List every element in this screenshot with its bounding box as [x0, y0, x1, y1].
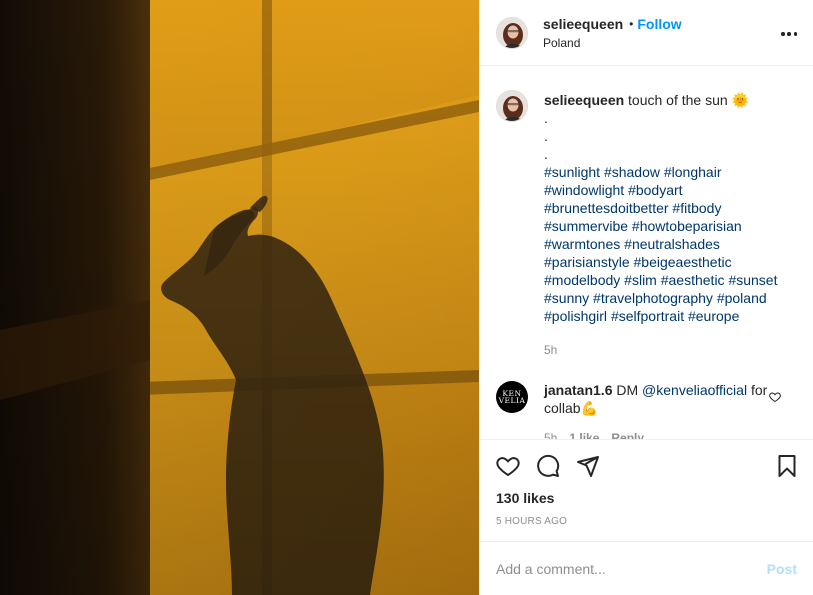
comment-body: janatan1.6 DM @kenveliaofficial for coll… — [544, 381, 770, 439]
post-location[interactable]: Poland — [543, 36, 682, 50]
hashtag-line: #parisianstyle #beigeaesthetic — [544, 253, 778, 271]
comment-bubble-icon[interactable] — [536, 454, 560, 478]
hashtag-link[interactable]: #shadow — [604, 164, 660, 180]
caption-hashtags: #sunlight #shadow #longhair #windowlight… — [544, 163, 778, 325]
shadow-photo-image — [0, 0, 479, 595]
commenter-username[interactable]: janatan1.6 — [544, 382, 612, 398]
hashtag-line: #warmtones #neutralshades — [544, 235, 778, 253]
add-comment-bar: Post — [480, 541, 813, 595]
hashtag-link[interactable]: #bodyart — [628, 182, 682, 198]
comment-actions: 5h 1 like Reply — [544, 429, 770, 439]
follow-button[interactable]: Follow — [637, 16, 681, 32]
hashtag-link[interactable]: #warmtones — [544, 236, 620, 252]
hashtag-link[interactable]: #brunettesdoitbetter — [544, 200, 669, 216]
more-options-icon[interactable] — [781, 26, 797, 42]
post-photo[interactable] — [0, 0, 479, 595]
posted-timestamp[interactable]: 5 HOURS AGO — [480, 516, 813, 527]
comment-text-before: DM — [616, 382, 639, 399]
save-bookmark-icon[interactable] — [775, 454, 799, 478]
add-comment-input[interactable] — [496, 560, 767, 577]
hashtag-link[interactable]: #sunlight — [544, 164, 600, 180]
sun-emoji-icon: 🌞 — [731, 92, 750, 109]
comment-likes-button[interactable]: 1 like — [569, 429, 599, 439]
comment-mention-link[interactable]: @kenveliaofficial — [642, 382, 747, 398]
comment-like-heart-icon[interactable] — [769, 391, 781, 403]
post-caption: selieequeen touch of the sun 🌞 . . . #su… — [496, 82, 797, 359]
hashtag-link[interactable]: #howtobeparisian — [632, 218, 742, 234]
hashtag-link[interactable]: #sunny — [544, 290, 589, 306]
share-paper-plane-icon[interactable] — [576, 454, 600, 478]
more-dot — [781, 32, 785, 36]
post-header-title-row: selieequeen • Follow — [543, 16, 682, 32]
comments-list[interactable]: selieequeen touch of the sun 🌞 . . . #su… — [480, 66, 813, 439]
hashtag-link[interactable]: #neutralshades — [624, 236, 720, 252]
hashtag-link[interactable]: #slim — [624, 272, 657, 288]
post-side-panel: selieequeen • Follow Poland selieequeen … — [479, 0, 813, 595]
hashtag-link[interactable]: #sunset — [728, 272, 777, 288]
instagram-post: selieequeen • Follow Poland selieequeen … — [0, 0, 813, 595]
hashtag-link[interactable]: #europe — [688, 308, 739, 324]
hashtag-line: #brunettesdoitbetter #fitbody — [544, 199, 778, 217]
hashtag-line: #sunny #travelphotography #poland — [544, 289, 778, 307]
commenter-avatar-logo: KEN VELIA — [498, 389, 526, 406]
hashtag-link[interactable]: #summervibe — [544, 218, 628, 234]
more-dot — [793, 32, 797, 36]
hashtag-link[interactable]: #modelbody — [544, 272, 620, 288]
hashtag-line: #polishgirl #selfportrait #europe — [544, 307, 778, 325]
hashtag-link[interactable]: #poland — [717, 290, 767, 306]
hashtag-line: #sunlight #shadow #longhair — [544, 163, 778, 181]
author-avatar[interactable] — [496, 16, 528, 49]
likes-count[interactable]: 130 likes — [480, 490, 813, 506]
caption-author-avatar[interactable] — [496, 90, 528, 123]
hashtag-link[interactable]: #longhair — [664, 164, 722, 180]
hashtag-link[interactable]: #polishgirl — [544, 308, 607, 324]
caption-first-line: selieequeen touch of the sun 🌞 — [544, 91, 778, 109]
comment-item: KEN VELIA janatan1.6 DM @kenveliaofficia… — [496, 381, 797, 439]
hashtag-link[interactable]: #selfportrait — [611, 308, 684, 324]
commenter-avatar[interactable]: KEN VELIA — [496, 381, 528, 414]
post-action-icons — [480, 440, 813, 492]
caption-timestamp[interactable]: 5h — [544, 341, 778, 359]
caption-avatar-image — [497, 91, 527, 122]
separator-dot: • — [629, 16, 634, 31]
caption-username[interactable]: selieequeen — [544, 92, 624, 108]
hashtag-line: #modelbody #slim #aesthetic #sunset — [544, 271, 778, 289]
post-actions-section: 130 likes 5 HOURS AGO Post — [480, 439, 813, 595]
hashtag-link[interactable]: #windowlight — [544, 182, 624, 198]
author-avatar-image — [497, 17, 527, 48]
caption-dot-line: . — [544, 128, 548, 145]
hashtag-line: #summervibe #howtobeparisian — [544, 217, 778, 235]
caption-body: selieequeen touch of the sun 🌞 . . . #su… — [544, 82, 778, 359]
caption-text: touch of the sun — [628, 92, 728, 109]
author-username[interactable]: selieequeen — [543, 16, 623, 32]
hashtag-link[interactable]: #parisianstyle — [544, 254, 630, 270]
hashtag-link[interactable]: #aesthetic — [661, 272, 725, 288]
post-header-meta: selieequeen • Follow Poland — [543, 16, 682, 50]
flexed-bicep-emoji-icon: 💪 — [580, 400, 599, 417]
hashtag-line: #windowlight #bodyart — [544, 181, 778, 199]
hashtag-link[interactable]: #travelphotography — [593, 290, 713, 306]
caption-dot-line: . — [544, 146, 548, 163]
post-header: selieequeen • Follow Poland — [480, 0, 813, 67]
caption-dot-line: . — [544, 110, 548, 127]
more-dot — [787, 32, 791, 36]
comment-reply-button[interactable]: Reply — [611, 429, 644, 439]
hashtag-link[interactable]: #beigeaesthetic — [634, 254, 732, 270]
comment-text: janatan1.6 DM @kenveliaofficial for coll… — [544, 381, 770, 417]
post-comment-button[interactable]: Post — [767, 561, 797, 577]
hashtag-link[interactable]: #fitbody — [672, 200, 721, 216]
like-heart-icon[interactable] — [496, 454, 520, 478]
comment-timestamp[interactable]: 5h — [544, 429, 557, 439]
